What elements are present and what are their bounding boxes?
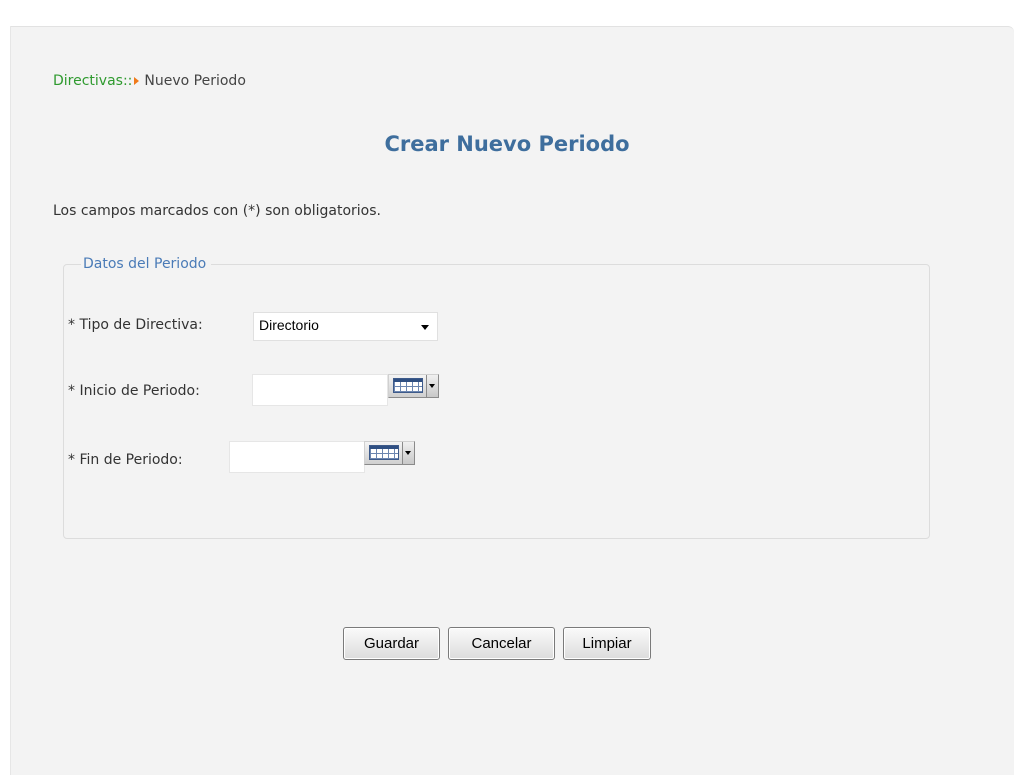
period-data-fieldset <box>63 264 930 539</box>
inicio-periodo-input[interactable] <box>252 374 388 406</box>
inicio-calendar-button[interactable] <box>388 374 439 398</box>
cancelar-button[interactable]: Cancelar <box>448 627 555 660</box>
page-title: Crear Nuevo Periodo <box>384 132 630 156</box>
fin-periodo-input[interactable] <box>229 441 365 473</box>
chevron-down-icon <box>421 325 429 330</box>
breadcrumb-current: Nuevo Periodo <box>144 73 246 89</box>
breadcrumb-root-link[interactable]: Directivas:: <box>53 73 132 89</box>
fieldset-legend: Datos del Periodo <box>81 256 212 272</box>
calendar-icon <box>369 445 399 460</box>
tipo-directiva-selected-value: Directorio <box>259 317 319 333</box>
inicio-periodo-label: * Inicio de Periodo: <box>68 383 200 399</box>
breadcrumb-arrow-icon <box>134 76 140 85</box>
fin-calendar-button[interactable] <box>364 441 415 465</box>
tipo-directiva-select[interactable]: Directorio <box>253 312 438 341</box>
tipo-directiva-label: * Tipo de Directiva: <box>68 317 203 333</box>
required-fields-note: Los campos marcados con (*) son obligato… <box>53 203 381 219</box>
chevron-down-icon <box>426 375 438 397</box>
chevron-down-icon <box>402 442 414 464</box>
calendar-icon <box>393 378 423 393</box>
breadcrumb: Directivas:: Nuevo Periodo <box>53 73 246 89</box>
guardar-button[interactable]: Guardar <box>343 627 440 660</box>
fin-periodo-label: * Fin de Periodo: <box>68 452 183 468</box>
limpiar-button[interactable]: Limpiar <box>563 627 651 660</box>
